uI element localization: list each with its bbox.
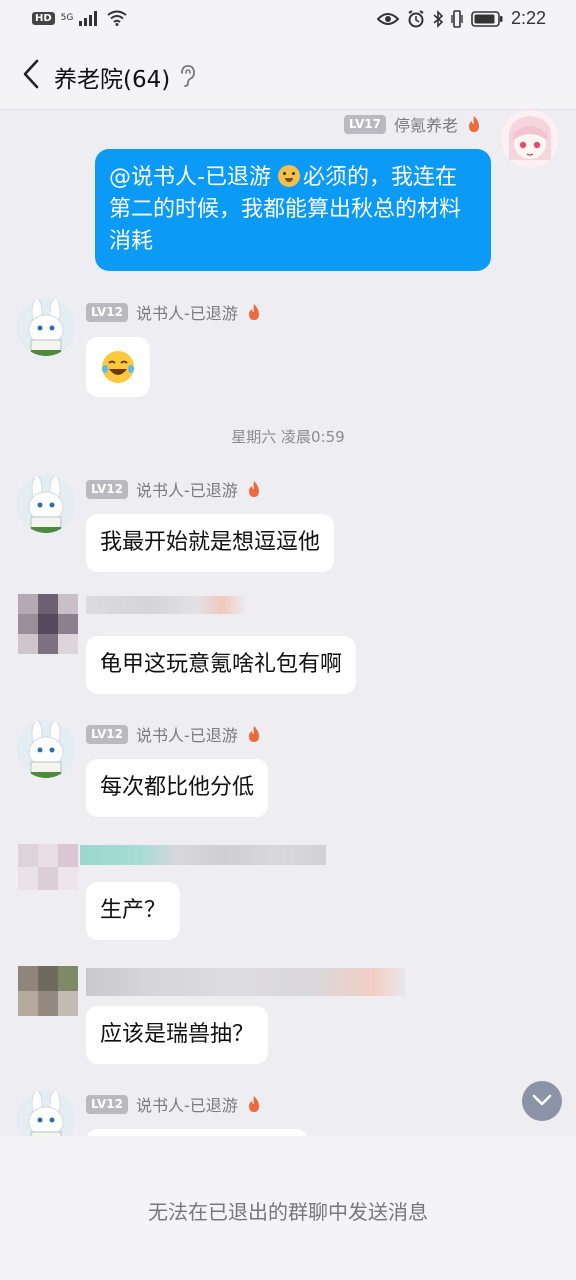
laughing-emoji [102, 351, 134, 383]
message-bubble-incoming[interactable] [86, 1129, 308, 1136]
clock: 2:22 [510, 8, 546, 28]
network-label: 5G [60, 12, 74, 23]
message-text: 我最开始就是想逗逗他 [100, 530, 321, 555]
sender-line: LV12 说书人-已退游 [86, 300, 262, 324]
ear-icon[interactable] [178, 64, 196, 88]
fire-icon [469, 116, 479, 132]
message-text: 龟甲这玩意氪啥礼包有啊 [100, 652, 343, 677]
page-title[interactable]: 养老院(64) [54, 60, 170, 94]
avatar[interactable] [18, 966, 78, 1016]
back-icon[interactable] [18, 57, 44, 91]
vibrate-icon [451, 9, 463, 28]
message-bubble-incoming[interactable] [86, 337, 150, 397]
dog-face-emoji [277, 165, 300, 187]
level-badge: LV17 [344, 114, 386, 134]
bluetooth-icon [433, 9, 443, 28]
message-bubble-incoming[interactable]: 我最开始就是想逗逗他 [86, 514, 335, 572]
message-bubble-incoming[interactable]: 龟甲这玩意氪啥礼包有啊 [86, 636, 357, 694]
chevron-down-icon [532, 1094, 552, 1106]
level-badge: LV12 [86, 1094, 128, 1114]
message-text: 应该是瑞兽抽？ [100, 1022, 255, 1047]
alarm-icon [408, 9, 424, 27]
level-badge: LV12 [86, 302, 128, 322]
avatar[interactable] [18, 594, 78, 654]
exited-notice: 无法在已退出的群聊中发送消息 [148, 1200, 428, 1224]
sender-line: LV12 说书人-已退游 [86, 477, 262, 501]
eye-icon [376, 12, 399, 25]
avatar[interactable] [501, 110, 559, 168]
avatar[interactable] [17, 298, 75, 356]
fire-icon [248, 726, 259, 742]
level-badge: LV12 [86, 724, 128, 744]
sender-name: 说书人-已退游 [135, 726, 238, 745]
fire-icon [248, 304, 259, 320]
timestamp: 星期六 凌晨0:59 [231, 428, 345, 446]
battery-icon [471, 10, 503, 27]
status-bar: HD 5G 2:22 [0, 0, 576, 40]
sender-line-redacted [80, 845, 326, 865]
message-text: 生产？ [100, 898, 167, 923]
message-text: @说书人-已退游 [109, 165, 278, 190]
message-bubble-incoming[interactable]: 应该是瑞兽抽？ [86, 1006, 269, 1064]
message-bubble-incoming[interactable]: 生产？ [86, 882, 181, 940]
message-list[interactable]: LV17 停氪养老 @说书人-已退游 必须的，我连在第二的时候，我都能算出秋总的… [0, 110, 576, 1136]
level-badge: LV12 [86, 479, 128, 499]
avatar[interactable] [17, 720, 75, 778]
fire-icon [248, 481, 259, 497]
hd-badge: HD [32, 11, 55, 25]
chat-header: 养老院(64) [0, 40, 576, 110]
wifi-icon [107, 10, 127, 26]
signal-icon [79, 11, 98, 26]
sender-name: 停氪养老 [393, 116, 458, 135]
sender-name: 说书人-已退游 [135, 304, 238, 323]
sender-line: LV12 说书人-已退游 [86, 722, 262, 746]
message-bubble-outgoing[interactable]: @说书人-已退游 必须的，我连在第二的时候，我都能算出秋总的材料消耗 [95, 149, 491, 271]
avatar[interactable] [17, 1090, 75, 1136]
sender-name: 说书人-已退游 [135, 1096, 238, 1115]
fire-icon [248, 1096, 259, 1112]
sender-name: 说书人-已退游 [135, 481, 238, 500]
avatar[interactable] [18, 844, 78, 890]
avatar[interactable] [17, 475, 75, 533]
message-bubble-incoming[interactable]: 每次都比他分低 [86, 759, 269, 817]
scroll-to-bottom-button[interactable] [522, 1081, 562, 1121]
message-text: 每次都比他分低 [100, 775, 255, 800]
sender-line: LV17 停氪养老 [344, 112, 482, 136]
sender-line: LV12 说书人-已退游 [86, 1092, 262, 1116]
sender-line-redacted [86, 596, 246, 614]
sender-line-redacted [86, 968, 406, 996]
input-area-disabled: 无法在已退出的群聊中发送消息 [0, 1136, 576, 1280]
